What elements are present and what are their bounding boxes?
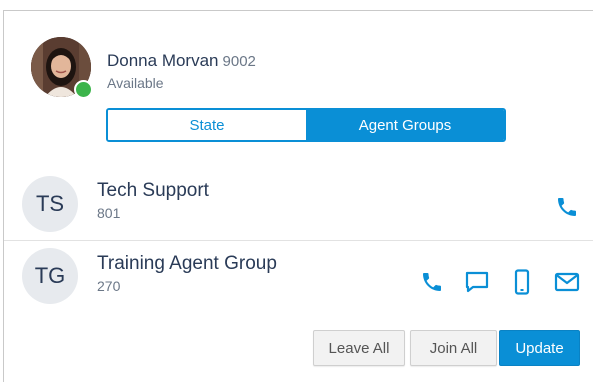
user-extension: 9002 [222,53,256,70]
chat-icon[interactable] [464,269,490,295]
phone-icon[interactable] [554,194,580,220]
list-item-training-agent-group[interactable]: TG Training Agent Group 270 [4,242,593,314]
join-all-button[interactable]: Join All [410,330,497,366]
user-name-line: Donna Morvan 9002 [107,51,256,71]
tab-agent-groups[interactable]: Agent Groups [306,110,504,140]
group-initials-avatar: TS [22,176,78,232]
user-status: Available [107,75,164,91]
user-avatar [31,37,93,99]
group-initials-avatar: TG [22,248,78,304]
group-number: 801 [97,205,121,221]
mobile-icon[interactable] [509,269,535,295]
user-name: Donna Morvan [107,51,219,70]
group-name: Tech Support [97,180,209,201]
view-toggle: State Agent Groups [106,108,506,142]
presence-available-indicator [74,80,93,99]
tab-state[interactable]: State [108,110,306,140]
email-icon[interactable] [554,269,580,295]
list-item-tech-support[interactable]: TS Tech Support 801 [4,169,593,241]
phone-icon[interactable] [419,269,445,295]
agent-panel: Donna Morvan 9002 Available State Agent G… [3,10,593,382]
group-name: Training Agent Group [97,253,277,274]
group-number: 270 [97,278,121,294]
leave-all-button[interactable]: Leave All [313,330,405,366]
update-button[interactable]: Update [499,330,580,366]
